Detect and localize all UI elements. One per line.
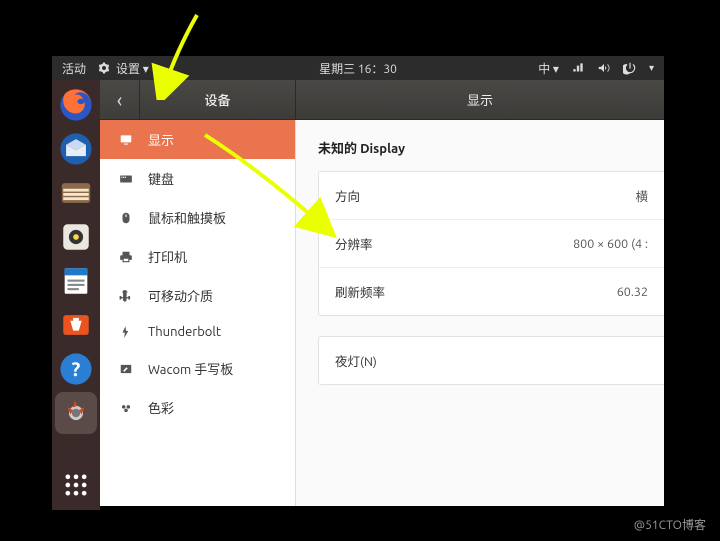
sidebar-item-printer[interactable]: 打印机 — [100, 237, 295, 276]
launcher-help[interactable]: ? — [55, 348, 97, 390]
display-settings-list: 方向 横 分辨率 800 × 600 (4 : 刷新频率 60.32 — [318, 171, 664, 316]
row-label: 方向 — [335, 186, 360, 205]
sidebar-item-thunderbolt[interactable]: Thunderbolt — [100, 315, 295, 349]
headerbar: ‹ 设备 显示 — [100, 80, 664, 120]
content: 未知的 Display 方向 横 分辨率 800 × 600 (4 : 刷新频率… — [296, 120, 664, 506]
section-title: 未知的 Display — [318, 138, 664, 157]
thunderbolt-icon — [118, 325, 134, 339]
sidebar-item-label: 键盘 — [148, 169, 174, 188]
chevron-down-icon: ▾ — [649, 62, 654, 74]
header-left-title: 设备 — [140, 90, 295, 109]
watermark: @51CTO博客 — [634, 516, 706, 533]
network-icon[interactable] — [571, 61, 585, 75]
launcher-firefox[interactable] — [55, 84, 97, 126]
input-method[interactable]: 中 ▾ — [538, 60, 559, 77]
usb-icon — [118, 289, 134, 303]
launcher-rhythmbox[interactable] — [55, 216, 97, 258]
sidebar-item-color[interactable]: 色彩 — [100, 388, 295, 427]
row-value: 60.32 — [617, 285, 648, 299]
row-value: 横 — [635, 186, 648, 205]
sidebar-item-label: Wacom 手写板 — [148, 359, 233, 378]
svg-text:?: ? — [72, 358, 81, 380]
sidebar-item-label: Thunderbolt — [148, 325, 221, 339]
show-apps[interactable] — [55, 464, 97, 506]
power-icon[interactable] — [623, 61, 637, 75]
display-icon — [118, 133, 134, 147]
row-label: 分辨率 — [335, 234, 373, 253]
launcher-thunderbird[interactable] — [55, 128, 97, 170]
row-orientation[interactable]: 方向 横 — [319, 172, 664, 220]
sidebar: 显示 键盘 鼠标和触摸板 打印机 可移动介质 Thunderbolt — [100, 120, 296, 506]
sidebar-item-label: 打印机 — [148, 247, 187, 266]
launcher: ? — [52, 80, 100, 510]
sidebar-item-label: 色彩 — [148, 398, 174, 417]
sidebar-item-label: 显示 — [148, 130, 174, 149]
mouse-icon — [118, 211, 134, 225]
keyboard-icon — [118, 172, 134, 186]
launcher-software[interactable] — [55, 304, 97, 346]
tablet-icon — [118, 362, 134, 376]
app-menu-label: 设置 ▾ — [116, 60, 149, 77]
row-refresh[interactable]: 刷新频率 60.32 — [319, 268, 664, 315]
sidebar-item-wacom[interactable]: Wacom 手写板 — [100, 349, 295, 388]
row-label: 夜灯(N) — [335, 351, 377, 370]
printer-icon — [118, 250, 134, 264]
sidebar-item-display[interactable]: 显示 — [100, 120, 295, 159]
back-button[interactable]: ‹ — [100, 80, 140, 119]
sidebar-item-label: 可移动介质 — [148, 286, 213, 305]
sidebar-item-label: 鼠标和触摸板 — [148, 208, 226, 227]
sidebar-item-keyboard[interactable]: 键盘 — [100, 159, 295, 198]
night-light-list: 夜灯(N) — [318, 336, 664, 385]
row-label: 刷新频率 — [335, 282, 385, 301]
row-resolution[interactable]: 分辨率 800 × 600 (4 : — [319, 220, 664, 268]
color-icon — [118, 401, 134, 415]
sidebar-item-removable[interactable]: 可移动介质 — [100, 276, 295, 315]
row-value: 800 × 600 (4 : — [573, 237, 648, 251]
launcher-settings[interactable] — [55, 392, 97, 434]
header-right-title: 显示 — [296, 80, 664, 119]
launcher-writer[interactable] — [55, 260, 97, 302]
app-menu[interactable]: 设置 ▾ — [98, 60, 149, 77]
row-night-light[interactable]: 夜灯(N) — [319, 337, 664, 384]
sidebar-item-mouse[interactable]: 鼠标和触摸板 — [100, 198, 295, 237]
settings-window: ‹ 设备 显示 显示 键盘 鼠标和触摸板 打印机 可 — [100, 80, 664, 506]
clock: 星期三 16：30 — [319, 60, 397, 77]
activities-button[interactable]: 活动 — [62, 60, 86, 77]
top-panel: 活动 设置 ▾ 星期三 16：30 中 ▾ ▾ — [52, 56, 664, 80]
launcher-files[interactable] — [55, 172, 97, 214]
gear-icon — [98, 62, 110, 74]
volume-icon[interactable] — [597, 61, 611, 75]
